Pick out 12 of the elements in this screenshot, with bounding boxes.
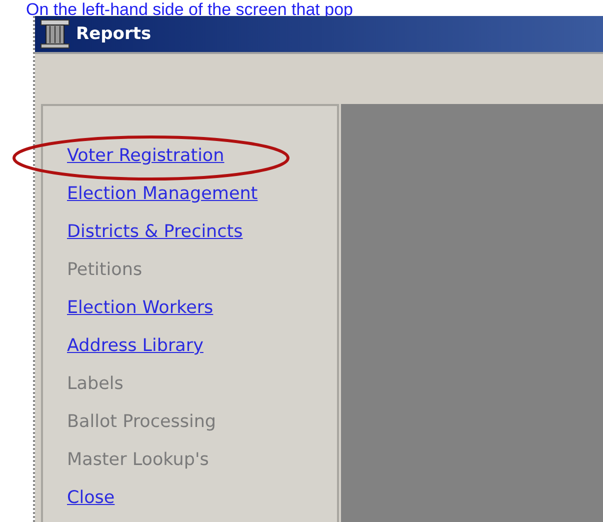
menu-item: Master Lookup's — [67, 449, 209, 472]
menu-link[interactable]: Districts & Precincts — [67, 220, 243, 245]
menu-item: Ballot Processing — [67, 411, 216, 434]
menu-item: Labels — [67, 373, 124, 396]
column-icon — [38, 18, 72, 50]
window-title: Reports — [76, 24, 152, 44]
menu-link[interactable]: Address Library — [67, 334, 204, 359]
menu-item: Petitions — [67, 259, 142, 282]
menu-link[interactable]: Election Workers — [67, 296, 214, 321]
menu-link[interactable]: Close — [67, 486, 115, 511]
menu-link[interactable]: Election Management — [67, 182, 258, 207]
menu-link[interactable]: Voter Registration — [67, 144, 224, 169]
